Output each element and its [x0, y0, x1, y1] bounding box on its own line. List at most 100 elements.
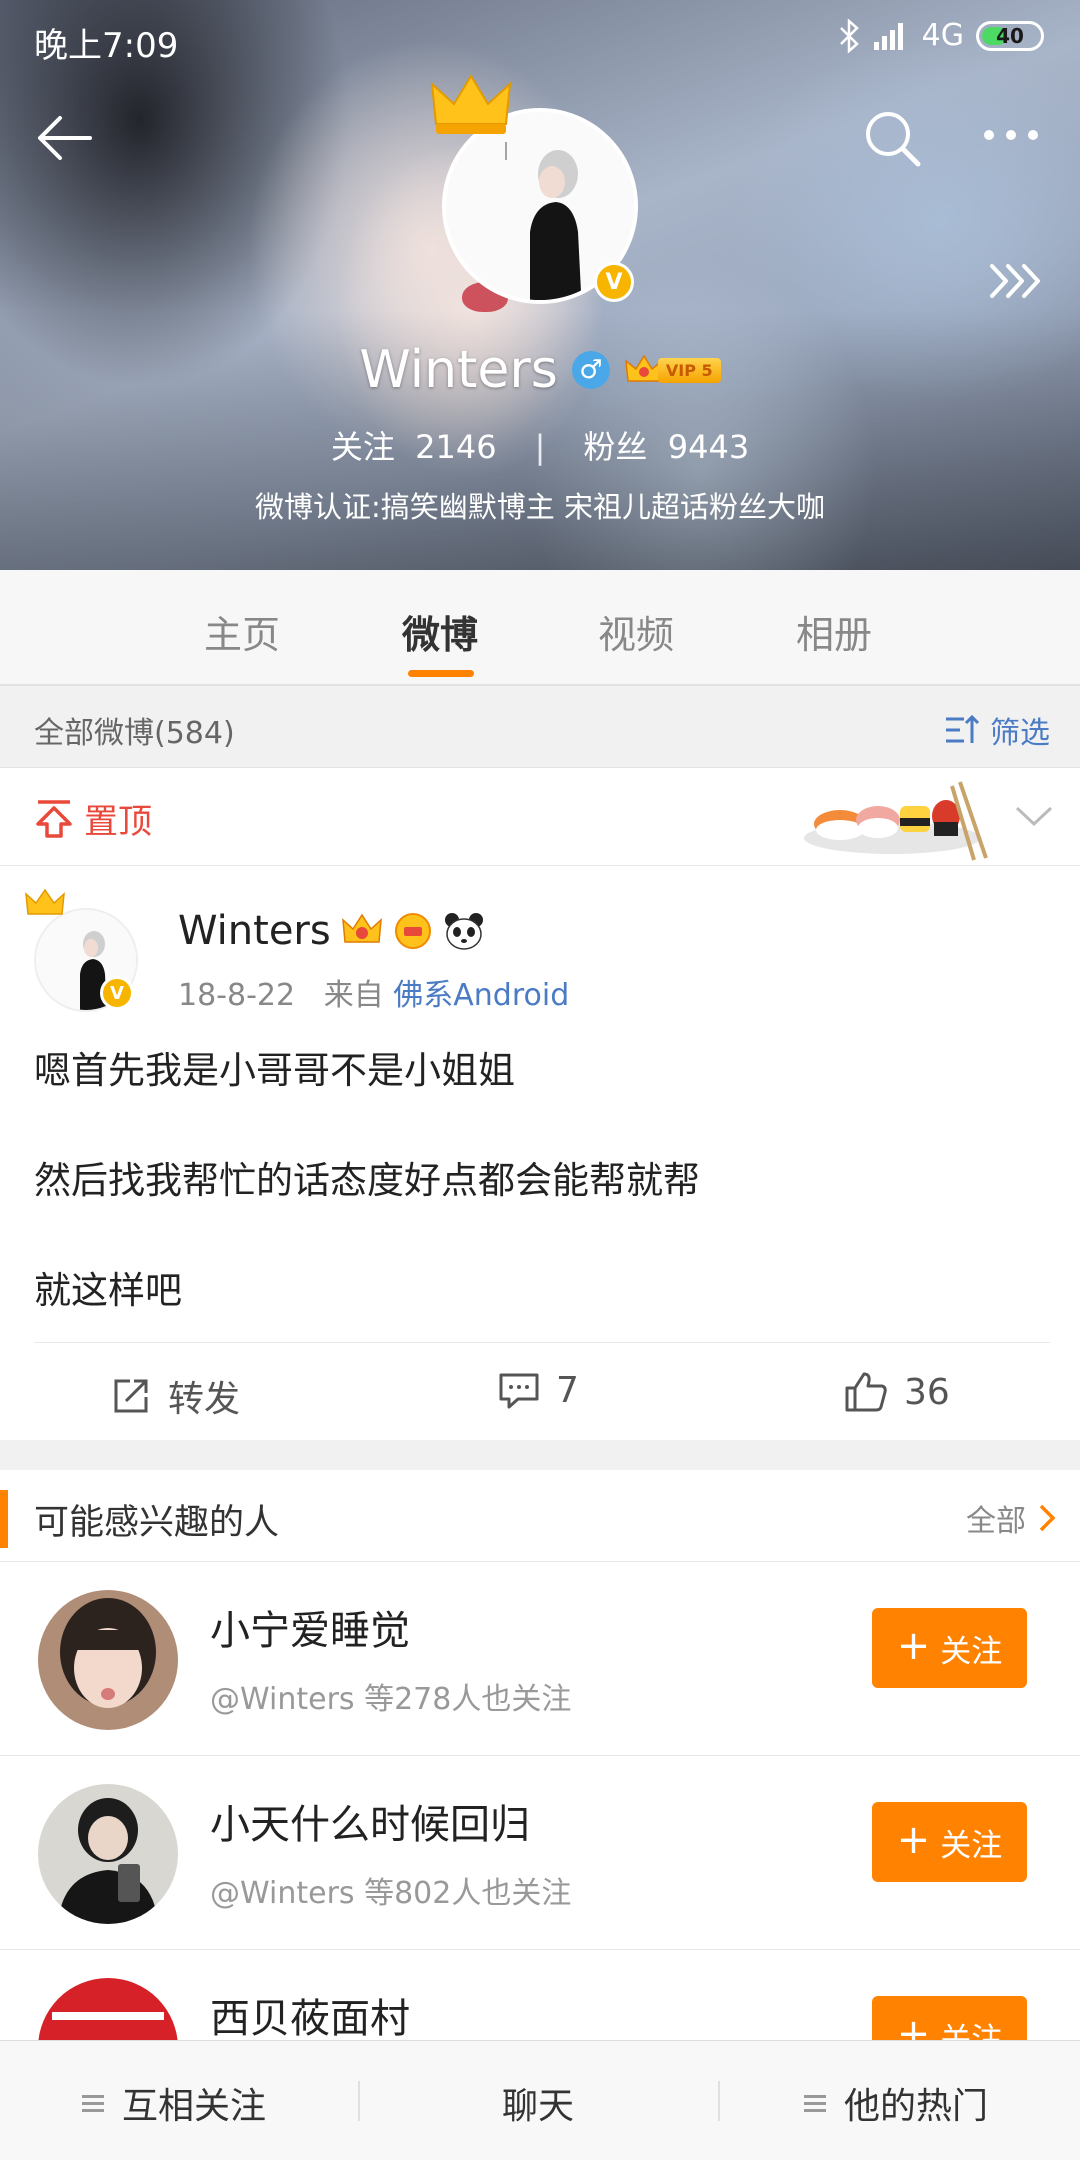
follow-stats: 关注 2146 | 粉丝 9443: [0, 422, 1080, 468]
hot-posts-label: 他的热门: [844, 2086, 989, 2127]
following-stat[interactable]: 关注 2146: [331, 428, 497, 466]
list-item[interactable]: 小宁爱睡觉 @Winters 等278人也关注 + 关注: [0, 1562, 1080, 1756]
menu-icon: [804, 2094, 826, 2112]
chevron-down-icon[interactable]: [1014, 804, 1054, 830]
person-name[interactable]: 小宁爱睡觉: [210, 1598, 410, 1656]
male-gender-icon: ♂: [571, 351, 610, 389]
recommend-title: 可能感兴趣的人: [34, 1503, 280, 1543]
profile-tabs: 主页 微博 视频 相册: [0, 570, 1080, 686]
status-bar: 晚上7:09 4G 40: [0, 0, 1080, 78]
stat-divider: |: [534, 428, 546, 466]
bluetooth-icon: [839, 18, 859, 53]
repost-button[interactable]: 转发: [110, 1370, 240, 1422]
tab-weibo[interactable]: 微博: [402, 604, 478, 659]
tab-video[interactable]: 视频: [598, 604, 674, 659]
person-avatar[interactable]: [38, 1590, 178, 1730]
pin-top-icon: [36, 799, 72, 838]
post-text-line: 就这样吧: [34, 1269, 182, 1312]
chat-button[interactable]: 聊天: [502, 2077, 574, 2129]
avatar-photo: [38, 1784, 178, 1924]
post-text-line: 然后找我帮忙的话态度好点都会能帮就帮: [34, 1159, 700, 1202]
more-options-icon[interactable]: [984, 130, 1038, 140]
post-actions: 转发 7 36: [0, 1342, 1080, 1440]
medal-badge-icon: [394, 913, 431, 949]
pinned-post[interactable]: V Winters 18-8-22 来自 佛系Android 嗯首先我是小哥哥不…: [0, 866, 1080, 1440]
post-count: 全部微博(584): [34, 716, 235, 751]
verified-badge-icon: V: [100, 976, 134, 1010]
following-label: 关注: [330, 428, 395, 466]
battery-icon: 40: [976, 20, 1044, 51]
network-type: 4G: [921, 18, 964, 53]
plus-icon: +: [896, 1623, 931, 1669]
mutual-follow-button[interactable]: 互相关注: [82, 2077, 266, 2129]
filter-label: 筛选: [990, 716, 1050, 751]
signal-icon: [873, 22, 903, 50]
status-time: 晚上7:09: [34, 26, 179, 66]
follow-button[interactable]: +关注: [872, 1802, 1027, 1882]
follow-button-label: 关注: [940, 1633, 1003, 1670]
following-count: 2146: [415, 428, 497, 466]
menu-icon: [82, 2094, 104, 2112]
battery-level: 40: [996, 23, 1024, 48]
avatar-photo: [38, 1590, 178, 1730]
vip-badge[interactable]: VIP 5: [624, 353, 721, 387]
person-name[interactable]: 西贝莜面村: [210, 1986, 410, 2044]
panda-icon: [444, 913, 483, 950]
mutual-follow-label: 互相关注: [122, 2086, 267, 2127]
follow-button[interactable]: +关注: [872, 1608, 1027, 1688]
person-name[interactable]: 小天什么时候回归: [210, 1792, 530, 1850]
pinned-text: 置顶: [84, 802, 152, 842]
post-meta: 18-8-22 来自 佛系Android: [178, 970, 569, 1014]
post-text-line: 嗯首先我是小哥哥不是小姐姐: [34, 1049, 515, 1092]
fans-count: 9443: [667, 428, 750, 466]
pinned-bar[interactable]: 置顶: [0, 768, 1080, 866]
status-icons: 4G 40: [838, 18, 1044, 53]
tab-album[interactable]: 相册: [796, 604, 872, 659]
thumbs-up-icon: [845, 1372, 887, 1412]
comment-count: 7: [556, 1370, 579, 1411]
fans-stat[interactable]: 粉丝 9443: [583, 428, 749, 466]
bottom-divider: [358, 2081, 360, 2121]
verified-badge-icon: V: [594, 262, 634, 302]
follow-button-label: 关注: [940, 1827, 1003, 1864]
recommend-header: 可能感兴趣的人 全部: [0, 1470, 1080, 1562]
filter-icon: [946, 714, 980, 743]
post-source[interactable]: 佛系Android: [393, 978, 569, 1013]
search-icon[interactable]: [862, 108, 924, 170]
tab-home[interactable]: 主页: [204, 604, 280, 659]
comment-icon: [499, 1373, 539, 1408]
hot-posts-button[interactable]: 他的热门: [804, 2077, 988, 2129]
vip-crown-icon: [341, 913, 382, 943]
profile-name-row: Winters ♂ VIP 5: [0, 340, 1080, 400]
chevron-right-icon: [1039, 1504, 1056, 1532]
person-desc: @Winters 等802人也关注: [210, 1876, 572, 1911]
vip-level: VIP 5: [657, 357, 721, 383]
recommend-all-link[interactable]: 全部: [966, 1496, 1056, 1540]
bottom-divider: [718, 2081, 720, 2121]
feed-header: 全部微博(584) 筛选: [0, 686, 1080, 768]
section-accent-bar: [0, 1490, 8, 1548]
profile-name: Winters: [359, 340, 558, 400]
person-desc: @Winters 等278人也关注: [210, 1682, 572, 1717]
repost-label: 转发: [168, 1379, 241, 1420]
section-gap: [0, 1440, 1080, 1470]
back-arrow-icon[interactable]: [34, 108, 94, 168]
pinned-label: 置顶: [34, 794, 152, 843]
bottom-action-bar: 互相关注 聊天 他的热门: [0, 2040, 1080, 2160]
repost-icon: [114, 1379, 148, 1413]
filter-button[interactable]: 筛选: [944, 708, 1050, 752]
plus-icon: +: [896, 1817, 931, 1863]
active-tab-indicator: [408, 670, 474, 677]
comment-button[interactable]: 7: [498, 1370, 579, 1411]
recommend-all-label: 全部: [966, 1504, 1026, 1539]
like-button[interactable]: 36: [844, 1370, 950, 1414]
post-author-name[interactable]: Winters: [178, 908, 331, 954]
list-item[interactable]: 小天什么时候回归 @Winters 等802人也关注 + 关注: [0, 1756, 1080, 1950]
post-author-row: Winters: [178, 908, 485, 954]
person-avatar[interactable]: [38, 1784, 178, 1924]
certification-text: 微博认证:搞笑幽默博主 宋祖儿超话粉丝大咖: [255, 490, 825, 524]
triple-chevron-icon[interactable]: [988, 258, 1044, 304]
post-date: 18-8-22: [178, 978, 296, 1013]
sushi-decoration-icon: [804, 781, 988, 861]
crown-icon: [25, 888, 65, 915]
